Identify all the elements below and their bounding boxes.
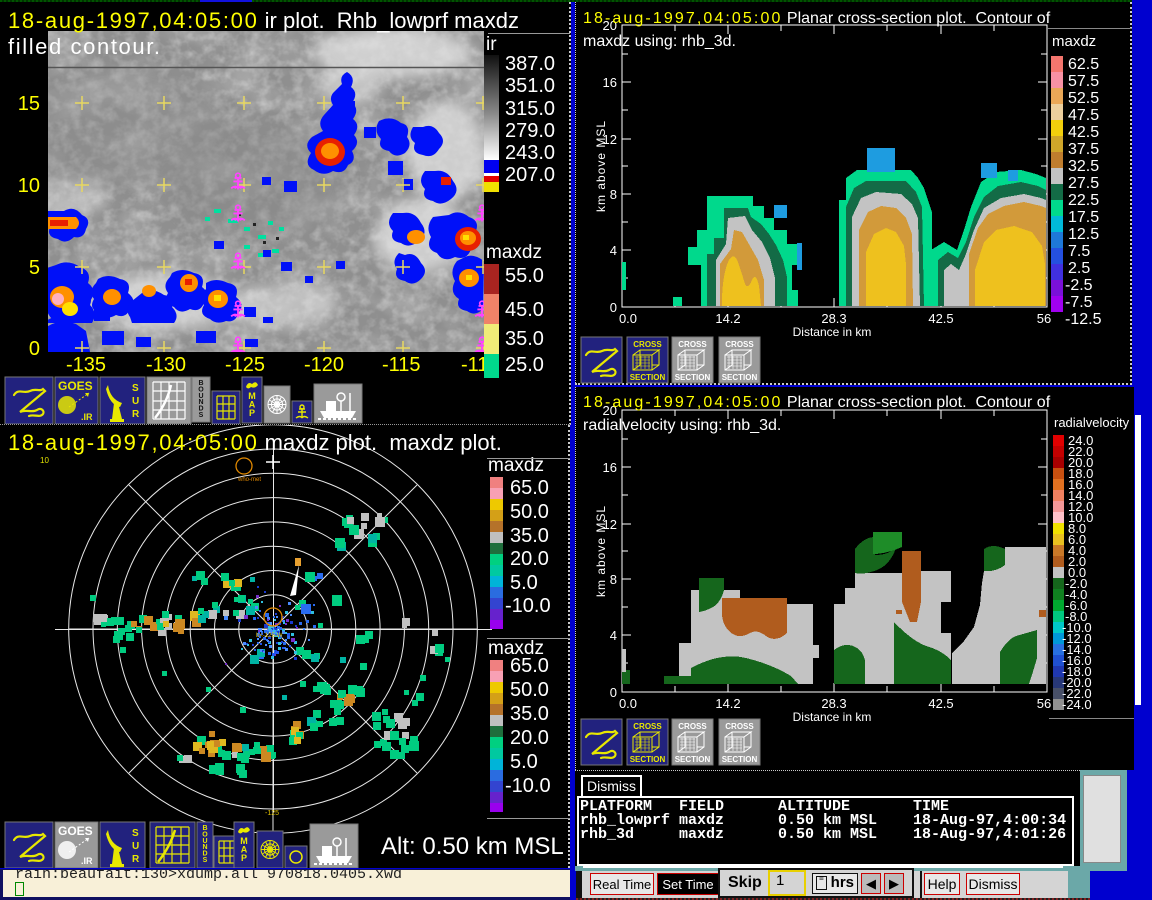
svg-text:S: S [199, 412, 204, 419]
svg-text:km above MSL: km above MSL [594, 505, 608, 597]
svg-text:22.5: 22.5 [1068, 192, 1099, 209]
svg-text:CROSS: CROSS [725, 722, 754, 731]
svg-text:P: P [249, 408, 255, 418]
svg-text:47.5: 47.5 [1068, 107, 1099, 124]
svg-text:52.5: 52.5 [1068, 90, 1099, 107]
svg-text:27.5: 27.5 [1068, 175, 1099, 192]
svg-text:CROSS: CROSS [633, 340, 662, 349]
svg-text:S: S [203, 857, 208, 864]
svg-text:CROSS: CROSS [678, 722, 707, 731]
svg-text:42.5: 42.5 [928, 311, 953, 326]
svg-text:14.2: 14.2 [715, 696, 740, 711]
svg-text:4: 4 [610, 243, 617, 258]
svg-text:.IR: .IR [81, 856, 93, 866]
svg-text:7.5: 7.5 [1068, 243, 1090, 260]
svg-text:42.5: 42.5 [1068, 124, 1099, 141]
svg-text:14.2: 14.2 [715, 311, 740, 326]
svg-text:8: 8 [610, 187, 617, 202]
svg-text:57.5: 57.5 [1068, 73, 1099, 90]
svg-text:SECTION: SECTION [722, 755, 758, 764]
svg-text:SECTION: SECTION [675, 755, 711, 764]
svg-text:GOES: GOES [58, 824, 93, 838]
svg-text:CROSS: CROSS [678, 340, 707, 349]
svg-text:R: R [132, 409, 140, 420]
svg-text:32.5: 32.5 [1068, 158, 1099, 175]
svg-text:b<-125-W: b<-125-W [256, 633, 283, 639]
svg-text:8: 8 [610, 572, 617, 587]
svg-text:.IR: .IR [81, 412, 93, 422]
svg-text:-7.5: -7.5 [1065, 294, 1093, 311]
svg-text:0: 0 [610, 685, 617, 700]
svg-text:37.5: 37.5 [1068, 141, 1099, 158]
svg-text:0: 0 [610, 300, 617, 315]
svg-text:CROSS: CROSS [633, 722, 662, 731]
svg-text:56: 56 [1037, 311, 1051, 326]
svg-text:S: S [132, 383, 139, 394]
svg-text:P: P [241, 853, 247, 863]
svg-text:U: U [132, 841, 139, 852]
svg-text:maxdz: maxdz [1052, 33, 1096, 50]
svg-text:16: 16 [603, 460, 617, 475]
svg-text:10: 10 [40, 456, 49, 465]
svg-text:who-met: who-met [237, 477, 261, 483]
svg-text:km above MSL: km above MSL [594, 120, 608, 212]
svg-text:SECTION: SECTION [630, 755, 666, 764]
svg-text:2.5: 2.5 [1068, 260, 1090, 277]
svg-text:28.3: 28.3 [821, 696, 846, 711]
svg-text:56: 56 [1037, 696, 1051, 711]
svg-text:-12.5: -12.5 [1065, 311, 1102, 328]
svg-text:CROSS: CROSS [725, 340, 754, 349]
svg-text:4: 4 [610, 628, 617, 643]
svg-text:0.0: 0.0 [619, 696, 637, 711]
svg-text:R: R [132, 854, 140, 865]
svg-text:12.5: 12.5 [1068, 226, 1099, 243]
svg-text:S: S [132, 828, 139, 839]
svg-text:0.0: 0.0 [619, 311, 637, 326]
svg-text:U: U [132, 396, 139, 407]
svg-text:-2.5: -2.5 [1065, 277, 1093, 294]
svg-text:28.3: 28.3 [821, 311, 846, 326]
svg-text:SECTION: SECTION [722, 373, 758, 382]
svg-text:62.5: 62.5 [1068, 56, 1099, 73]
svg-text:SECTION: SECTION [675, 373, 711, 382]
svg-text:17.5: 17.5 [1068, 209, 1099, 226]
svg-text:-125: -125 [265, 810, 279, 817]
svg-text:GOES: GOES [58, 379, 93, 393]
svg-text:SECTION: SECTION [630, 373, 666, 382]
svg-text:radialvelocity: radialvelocity [1054, 415, 1130, 430]
svg-text:-24.0: -24.0 [1062, 697, 1092, 712]
svg-text:16: 16 [603, 75, 617, 90]
svg-text:42.5: 42.5 [928, 696, 953, 711]
